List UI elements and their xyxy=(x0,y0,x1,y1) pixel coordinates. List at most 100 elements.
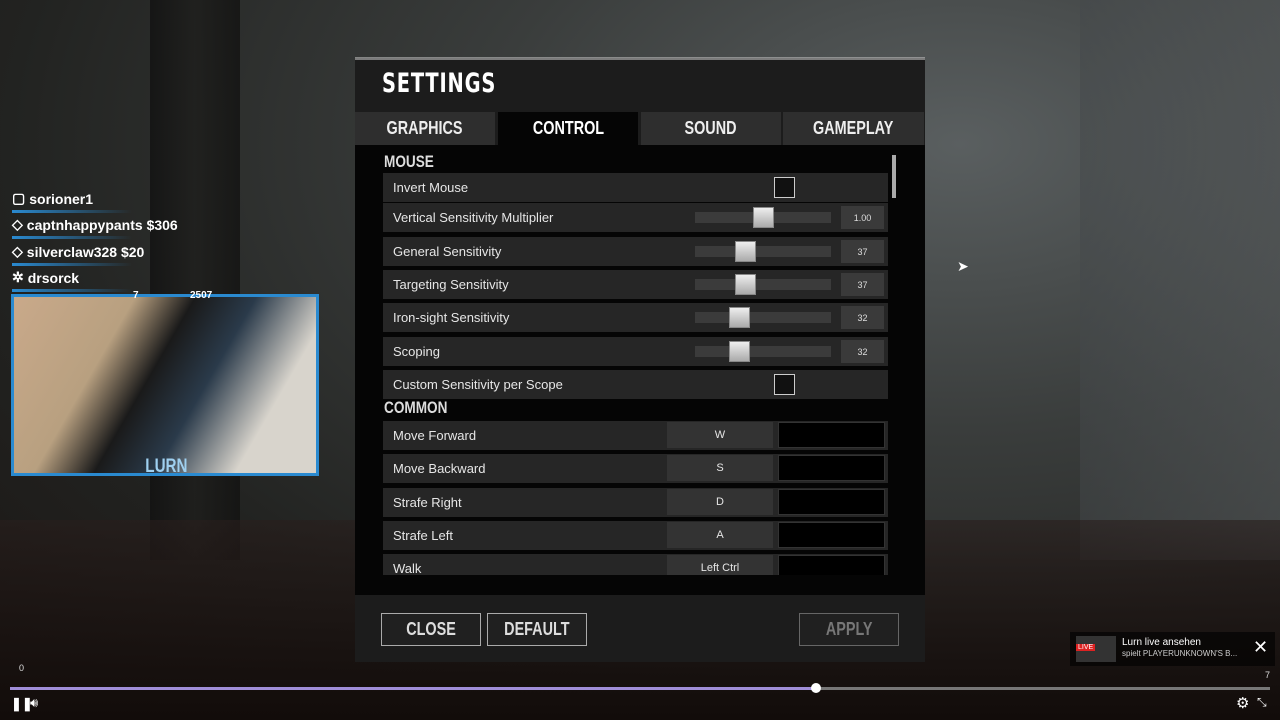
chat-item: ▢ sorioner1 xyxy=(12,190,133,213)
progress-bar[interactable] xyxy=(10,683,1270,693)
page-title: SETTINGS xyxy=(382,68,497,99)
secondary-key-button[interactable] xyxy=(778,422,885,448)
primary-key-button[interactable]: D xyxy=(667,488,773,515)
tab-graphics[interactable]: GRAPHICS xyxy=(355,112,496,145)
slider-thumb[interactable] xyxy=(753,207,774,228)
setting-label: Strafe Right xyxy=(393,494,462,510)
diamond-icon: ◇ xyxy=(12,216,23,232)
setting-row: Scoping 32 xyxy=(383,337,888,366)
secondary-key-button[interactable] xyxy=(778,455,885,482)
notification-title: Lurn live ansehen xyxy=(1122,637,1201,648)
panel-top-border xyxy=(355,57,925,60)
button-label: DEFAULT xyxy=(504,619,570,639)
tab-gameplay[interactable]: GAMEPLAY xyxy=(783,112,925,145)
default-button[interactable]: DEFAULT xyxy=(487,613,587,646)
setting-label: Strafe Left xyxy=(393,527,453,543)
twitch-icon: ▢ xyxy=(12,190,26,206)
primary-key-button[interactable]: Left Ctrl xyxy=(667,555,773,575)
button-label: APPLY xyxy=(825,619,873,639)
section-common: COMMON xyxy=(384,398,448,417)
slider-thumb[interactable] xyxy=(728,341,750,362)
chat-text: drsorck xyxy=(27,269,80,286)
tab-label: GAMEPLAY xyxy=(813,118,894,138)
exit-fullscreen-icon[interactable]: ⤡ xyxy=(1257,695,1267,710)
gear-icon[interactable]: ⚙ xyxy=(1236,694,1249,712)
apply-button[interactable]: APPLY xyxy=(799,613,899,646)
tab-control[interactable]: CONTROL xyxy=(498,112,639,145)
setting-label: Invert Mouse xyxy=(393,180,469,195)
diamond-icon: ◇ xyxy=(12,243,23,259)
primary-key-button[interactable]: A xyxy=(667,521,773,548)
chat-item: ◇ captnhappypants $306 xyxy=(12,216,178,239)
setting-label: Scoping xyxy=(393,344,440,359)
slider-track[interactable] xyxy=(695,246,831,257)
tab-sound[interactable]: SOUND xyxy=(641,112,782,145)
chat-item: ◇ silverclaw328 $20 xyxy=(12,243,145,266)
setting-label: Iron-sight Sensitivity xyxy=(393,310,510,325)
primary-key-button[interactable]: W xyxy=(667,422,773,448)
setting-label: Targeting Sensitivity xyxy=(393,277,509,292)
slider-track[interactable] xyxy=(695,312,831,323)
tab-label: GRAPHICS xyxy=(386,118,463,138)
slider-thumb[interactable] xyxy=(728,307,750,328)
chat-item: ✲ drsorck xyxy=(12,269,133,292)
chat-text: sorioner1 xyxy=(29,190,94,207)
tab-label: CONTROL xyxy=(532,118,604,138)
setting-label: General Sensitivity xyxy=(393,244,502,259)
tab-label: SOUND xyxy=(684,118,737,138)
keybind-row: Move Backward S xyxy=(383,454,888,484)
setting-row: General Sensitivity 37 xyxy=(383,237,888,266)
webcam-overlay xyxy=(11,294,319,476)
setting-label: Move Forward xyxy=(393,428,477,443)
notification-subtitle: spielt PLAYERUNKNOWN'S B... xyxy=(1122,649,1238,658)
slider-value[interactable]: 37 xyxy=(841,240,884,263)
setting-row: Iron-sight Sensitivity 32 xyxy=(383,303,888,332)
primary-key-button[interactable]: S xyxy=(667,455,773,482)
background-building xyxy=(1080,0,1280,560)
mouse-cursor-icon: ➤ xyxy=(957,258,969,274)
scrollbar[interactable] xyxy=(892,155,896,198)
secondary-key-button[interactable] xyxy=(778,555,885,575)
slider-thumb[interactable] xyxy=(735,241,757,262)
keybind-row: Walk Left Ctrl xyxy=(383,554,888,575)
setting-label: Vertical Sensitivity Multiplier xyxy=(393,210,554,225)
setting-label: Move Backward xyxy=(393,461,486,477)
time-right: 7 xyxy=(1265,670,1271,680)
button-label: CLOSE xyxy=(406,619,456,639)
slider-value[interactable]: 1.00 xyxy=(841,206,884,229)
slider-thumb[interactable] xyxy=(735,274,757,295)
chat-text: silverclaw328 $20 xyxy=(26,243,145,260)
cam-count-right: 2507 xyxy=(190,290,213,301)
star-icon: ✲ xyxy=(12,269,24,285)
keybind-row: Move Forward W xyxy=(383,421,888,450)
section-mouse: MOUSE xyxy=(384,152,434,171)
cam-name: LURN xyxy=(145,456,188,477)
close-icon[interactable]: ✕ xyxy=(1253,637,1268,658)
keybind-row: Strafe Right D xyxy=(383,487,888,517)
secondary-key-button[interactable] xyxy=(778,521,885,548)
stream-thumbnail: LIVE xyxy=(1076,636,1116,662)
setting-label: Custom Sensitivity per Scope xyxy=(393,377,563,392)
live-badge: LIVE xyxy=(1076,644,1096,651)
setting-label: Walk xyxy=(393,561,422,575)
slider-track[interactable] xyxy=(695,346,831,357)
checkbox[interactable] xyxy=(774,177,795,198)
live-notification[interactable]: LIVE Lurn live ansehen spielt PLAYERUNKN… xyxy=(1070,632,1275,666)
slider-value[interactable]: 37 xyxy=(841,273,884,296)
setting-row: Targeting Sensitivity 37 xyxy=(383,270,888,299)
setting-row: Custom Sensitivity per Scope xyxy=(383,370,888,399)
progress-fill xyxy=(10,687,817,690)
chat-text: captnhappypants $306 xyxy=(26,216,178,233)
slider-track[interactable] xyxy=(695,279,831,290)
setting-row: Invert Mouse xyxy=(383,173,888,202)
setting-row: Vertical Sensitivity Multiplier 1.00 xyxy=(383,203,888,232)
slider-value[interactable]: 32 xyxy=(841,306,884,329)
time-left: 0 xyxy=(19,663,25,673)
close-button[interactable]: CLOSE xyxy=(381,613,481,646)
volume-icon[interactable]: 🔊︎ xyxy=(30,695,38,711)
cam-count-left: 7 xyxy=(133,290,139,301)
keybind-row: Strafe Left A xyxy=(383,520,888,550)
secondary-key-button[interactable] xyxy=(778,488,885,515)
checkbox[interactable] xyxy=(774,374,795,395)
slider-value[interactable]: 32 xyxy=(841,340,884,363)
